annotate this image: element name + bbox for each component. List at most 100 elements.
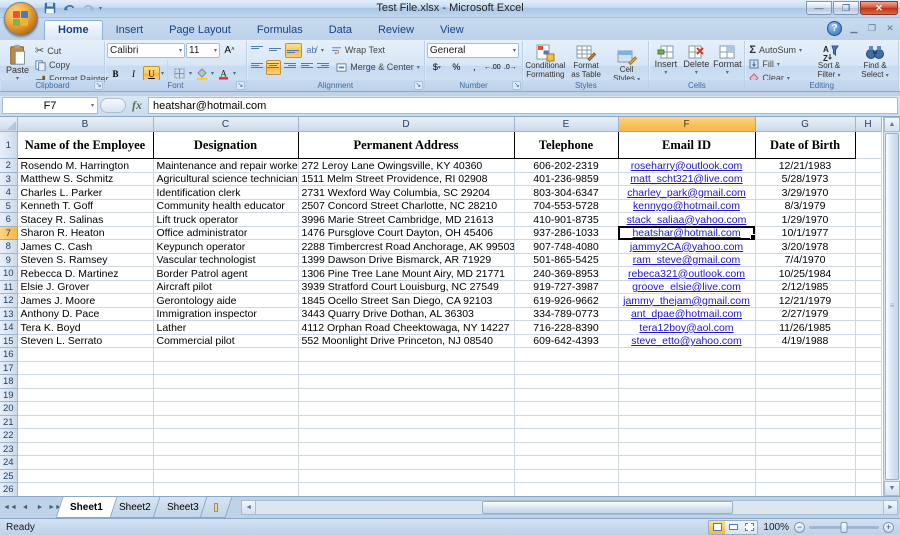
clipboard-dialog-launcher[interactable]: ↘: [94, 81, 103, 90]
cell[interactable]: kennygo@hotmail.com: [618, 199, 755, 213]
cell[interactable]: 240-369-8953: [514, 267, 618, 281]
cell[interactable]: [298, 402, 514, 416]
cell[interactable]: 619-926-9662: [514, 294, 618, 308]
cell[interactable]: 410-901-8735: [514, 213, 618, 227]
active-cell[interactable]: heatshar@hotmail.com: [618, 226, 755, 240]
cell[interactable]: [755, 375, 855, 389]
cell[interactable]: [855, 294, 881, 308]
cell[interactable]: 10/1/1977: [755, 226, 855, 240]
cell[interactable]: rebeca321@outlook.com: [618, 267, 755, 281]
maximize-button[interactable]: ❐: [833, 1, 859, 15]
ribbon-tab-page-layout[interactable]: Page Layout: [156, 21, 244, 40]
row-header-6[interactable]: 6: [0, 213, 17, 227]
row-header-15[interactable]: 15: [0, 334, 17, 348]
cell[interactable]: Matthew S. Schmitz: [17, 172, 153, 186]
cell[interactable]: Maintenance and repair worker: [153, 159, 298, 173]
page-layout-view-icon[interactable]: [725, 521, 741, 534]
cell[interactable]: [618, 429, 755, 443]
page-break-view-icon[interactable]: [741, 521, 757, 534]
cell[interactable]: ant_dpae@hotmail.com: [618, 307, 755, 321]
cell[interactable]: [855, 280, 881, 294]
workbook-restore-icon[interactable]: ❐: [866, 23, 878, 34]
cell[interactable]: 919-727-3987: [514, 280, 618, 294]
email-link[interactable]: tera12boy@aol.com: [639, 322, 733, 334]
column-header-E[interactable]: E: [514, 117, 618, 132]
cell[interactable]: 3443 Quarry Drive Dothan, AL 36303: [298, 307, 514, 321]
row-header-12[interactable]: 12: [0, 294, 17, 308]
qat-dropdown-icon[interactable]: ▾: [99, 5, 102, 12]
percent-format-button[interactable]: %: [448, 60, 465, 75]
email-link[interactable]: jammy2CA@yahoo.com: [630, 241, 743, 253]
normal-view-icon[interactable]: [709, 521, 725, 534]
column-header-C[interactable]: C: [153, 117, 298, 132]
cell[interactable]: [755, 388, 855, 402]
cell[interactable]: 704-553-5728: [514, 199, 618, 213]
cell[interactable]: 272 Leroy Lane Owingsville, KY 40360: [298, 159, 514, 173]
workbook-close-icon[interactable]: ✕: [884, 23, 896, 34]
cell[interactable]: 7/4/1970: [755, 253, 855, 267]
cell[interactable]: 606-202-2319: [514, 159, 618, 173]
cell[interactable]: 10/25/1984: [755, 267, 855, 281]
cell[interactable]: [153, 402, 298, 416]
cell[interactable]: 8/3/1979: [755, 199, 855, 213]
zoom-slider-handle[interactable]: [841, 522, 848, 533]
cell[interactable]: [855, 415, 881, 429]
cell[interactable]: matt_scht321@live.com: [618, 172, 755, 186]
cell[interactable]: 3996 Marie Street Cambridge, MD 21613: [298, 213, 514, 227]
cell[interactable]: [298, 442, 514, 456]
cell[interactable]: [855, 226, 881, 240]
cell[interactable]: [514, 348, 618, 362]
cell[interactable]: [618, 483, 755, 496]
orientation-icon[interactable]: ab̸: [303, 43, 320, 58]
cell[interactable]: 1476 Pursglove Court Dayton, OH 45406: [298, 226, 514, 240]
cell[interactable]: [755, 483, 855, 496]
cell[interactable]: [855, 361, 881, 375]
row-header-8[interactable]: 8: [0, 240, 17, 254]
cell[interactable]: Stacey R. Salinas: [17, 213, 153, 227]
undo-icon[interactable]: [61, 1, 77, 15]
cell[interactable]: stack_saliaa@yahoo.com: [618, 213, 755, 227]
cell[interactable]: Sharon R. Heaton: [17, 226, 153, 240]
cell[interactable]: [17, 388, 153, 402]
cell[interactable]: Rebecca D. Martinez: [17, 267, 153, 281]
cell[interactable]: 5/28/1973: [755, 172, 855, 186]
cell[interactable]: James C. Cash: [17, 240, 153, 254]
cell[interactable]: [298, 483, 514, 496]
row-header-17[interactable]: 17: [0, 361, 17, 375]
row-header-26[interactable]: 26: [0, 483, 17, 496]
email-link[interactable]: steve_etto@yahoo.com: [631, 335, 741, 347]
cell[interactable]: Immigration inspector: [153, 307, 298, 321]
column-header-G[interactable]: G: [755, 117, 855, 132]
number-format-select[interactable]: General▾: [427, 43, 519, 58]
autosum-button[interactable]: ΣAutoSum▾: [747, 44, 804, 57]
sort-filter-button[interactable]: AZ Sort &Filter ▾: [808, 43, 850, 81]
cell[interactable]: [298, 375, 514, 389]
underline-dropdown-icon[interactable]: ▾: [161, 70, 164, 77]
align-left-icon[interactable]: [249, 60, 265, 75]
select-all-corner[interactable]: [0, 117, 17, 132]
column-header-H[interactable]: H: [855, 117, 881, 132]
cell[interactable]: jammy_thejam@gmail.com: [618, 294, 755, 308]
scroll-right-icon[interactable]: ►: [883, 500, 898, 515]
cell[interactable]: [855, 307, 881, 321]
cell[interactable]: 501-865-5425: [514, 253, 618, 267]
align-center-icon[interactable]: [266, 60, 282, 75]
close-button[interactable]: ✕: [860, 1, 898, 15]
email-link[interactable]: charley_park@gmail.com: [627, 187, 746, 199]
row-header-9[interactable]: 9: [0, 253, 17, 267]
grow-font-icon[interactable]: A˄: [221, 43, 238, 58]
cell[interactable]: 334-789-0773: [514, 307, 618, 321]
office-button[interactable]: [4, 2, 38, 36]
cell[interactable]: 1306 Pine Tree Lane Mount Airy, MD 21771: [298, 267, 514, 281]
row-header-21[interactable]: 21: [0, 415, 17, 429]
cell[interactable]: 1845 Ocello Street San Diego, CA 92103: [298, 294, 514, 308]
decrease-indent-icon[interactable]: [299, 60, 315, 75]
cell[interactable]: [514, 375, 618, 389]
name-box[interactable]: F7▾: [2, 97, 98, 114]
ribbon-tab-formulas[interactable]: Formulas: [244, 21, 316, 40]
email-link[interactable]: groove_elsie@live.com: [632, 281, 741, 293]
zoom-out-icon[interactable]: −: [794, 522, 805, 533]
cell[interactable]: [17, 348, 153, 362]
table-header-cell[interactable]: Permanent Address: [298, 132, 514, 159]
horizontal-scroll-thumb[interactable]: [482, 501, 733, 514]
